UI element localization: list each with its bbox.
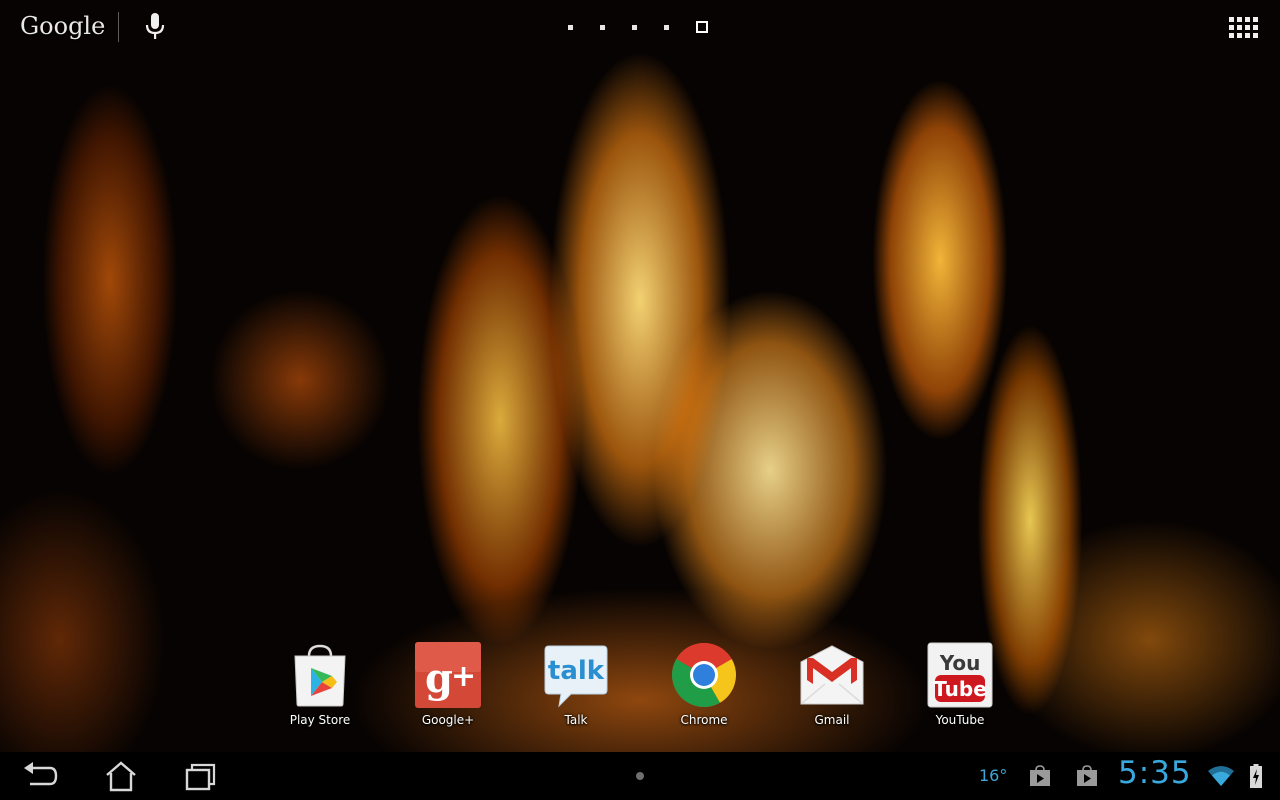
svg-text:g: g — [425, 655, 453, 702]
svg-text:+: + — [451, 659, 476, 694]
app-talk[interactable]: talk Talk — [512, 640, 640, 736]
app-label: Gmail — [814, 713, 850, 727]
home-screen: Google Play Store g + Google+ talk Talk … — [0, 0, 1280, 800]
page-indicator — [568, 21, 708, 33]
battery-charging-icon[interactable] — [1250, 764, 1262, 788]
page-dot — [568, 24, 573, 30]
play-store-icon — [287, 642, 353, 708]
page-dot — [664, 24, 669, 30]
youtube-icon: You Tube — [927, 642, 993, 708]
app-play-store[interactable]: Play Store — [256, 640, 384, 736]
app-gmail[interactable]: Gmail — [768, 640, 896, 736]
chrome-icon — [671, 642, 737, 708]
youtube-icon-text-top: You — [939, 651, 981, 675]
page-dot — [600, 24, 605, 30]
app-chrome[interactable]: Chrome — [640, 640, 768, 736]
wifi-icon[interactable] — [1207, 765, 1235, 787]
google-search-logo[interactable]: Google — [20, 12, 105, 40]
nav-center-indicator — [636, 772, 644, 780]
recents-icon[interactable] — [182, 760, 222, 792]
google-plus-icon: g + — [415, 642, 481, 708]
mic-icon[interactable] — [143, 12, 167, 42]
app-label: YouTube — [935, 713, 985, 727]
app-label: Google+ — [421, 713, 475, 727]
status-clock[interactable]: 5:35 — [1118, 755, 1192, 791]
search-divider — [118, 12, 119, 42]
app-label: Talk — [564, 713, 588, 727]
app-label: Chrome — [680, 713, 728, 727]
talk-icon-text: talk — [548, 656, 605, 686]
apps-grid-icon[interactable] — [1229, 17, 1258, 39]
app-google-plus[interactable]: g + Google+ — [384, 640, 512, 736]
back-icon[interactable] — [20, 760, 60, 792]
page-dot-active — [696, 21, 708, 33]
home-icon[interactable] — [101, 760, 141, 792]
app-label: Play Store — [289, 713, 351, 727]
app-youtube[interactable]: You Tube YouTube — [896, 640, 1024, 736]
play-store-notification-icon[interactable] — [1076, 765, 1098, 787]
weather-temperature[interactable]: 16° — [979, 766, 1007, 785]
hotseat-dock: Play Store g + Google+ talk Talk Chrome … — [256, 640, 1024, 736]
play-store-notification-icon[interactable] — [1029, 765, 1051, 787]
talk-icon: talk — [543, 642, 609, 708]
gmail-icon — [799, 642, 865, 708]
page-dot — [632, 24, 637, 30]
youtube-icon-text-bottom: Tube — [933, 677, 987, 701]
